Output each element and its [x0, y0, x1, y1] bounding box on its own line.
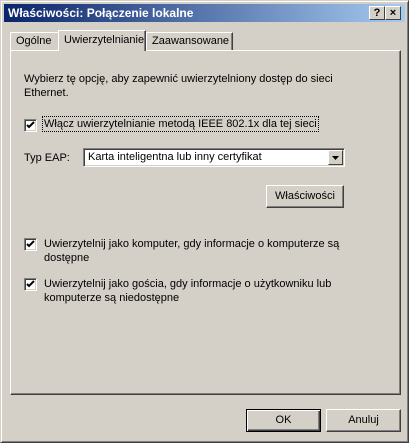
chevron-down-icon: [332, 156, 339, 160]
tab-advanced-label: Zaawansowane: [152, 35, 230, 47]
tab-authentication-label: Uwierzytelnianie: [64, 34, 145, 46]
checkmark-icon: [26, 280, 35, 288]
cancel-button[interactable]: Anuluj: [326, 409, 401, 432]
auth-as-guest-checkbox[interactable]: [24, 278, 37, 291]
close-button[interactable]: ×: [385, 6, 401, 20]
ok-button[interactable]: OK: [246, 409, 321, 432]
dropdown-button[interactable]: [328, 150, 343, 165]
checkmark-icon: [26, 240, 35, 248]
help-button[interactable]: ?: [369, 6, 385, 20]
eap-type-value: Karta inteligentna lub inny certyfikat: [88, 151, 262, 163]
auth-as-computer-label[interactable]: Uwierzytelnij jako komputer, gdy informa…: [44, 237, 339, 265]
eap-type-label: Typ EAP:: [24, 152, 70, 164]
properties-dialog: Właściwości: Połączenie lokalne ? × Ogól…: [0, 0, 409, 443]
auth-as-guest-label[interactable]: Uwierzytelnij jako gościa, gdy informacj…: [44, 277, 331, 305]
window-title: Właściwości: Połączenie lokalne: [8, 6, 194, 20]
tab-advanced[interactable]: Zaawansowane: [146, 32, 233, 50]
eap-type-select[interactable]: Karta inteligentna lub inny certyfikat: [83, 148, 345, 167]
tab-general[interactable]: Ogólne: [10, 32, 60, 50]
tab-authentication[interactable]: Uwierzytelnianie: [58, 30, 146, 51]
enable-8021x-checkbox[interactable]: [24, 119, 37, 132]
enable-8021x-label[interactable]: Włącz uwierzytelnianie metodą IEEE 802.1…: [42, 116, 319, 132]
auth-description: Wybierz tę opcję, aby zapewnić uwierzyte…: [24, 73, 333, 99]
tab-general-label: Ogólne: [16, 35, 52, 47]
tab-panel: [10, 50, 401, 395]
eap-properties-button[interactable]: Właściwości: [266, 185, 344, 208]
auth-as-computer-checkbox[interactable]: [24, 238, 37, 251]
title-bar[interactable]: Właściwości: Połączenie lokalne ? ×: [4, 4, 405, 22]
checkmark-icon: [26, 121, 35, 129]
